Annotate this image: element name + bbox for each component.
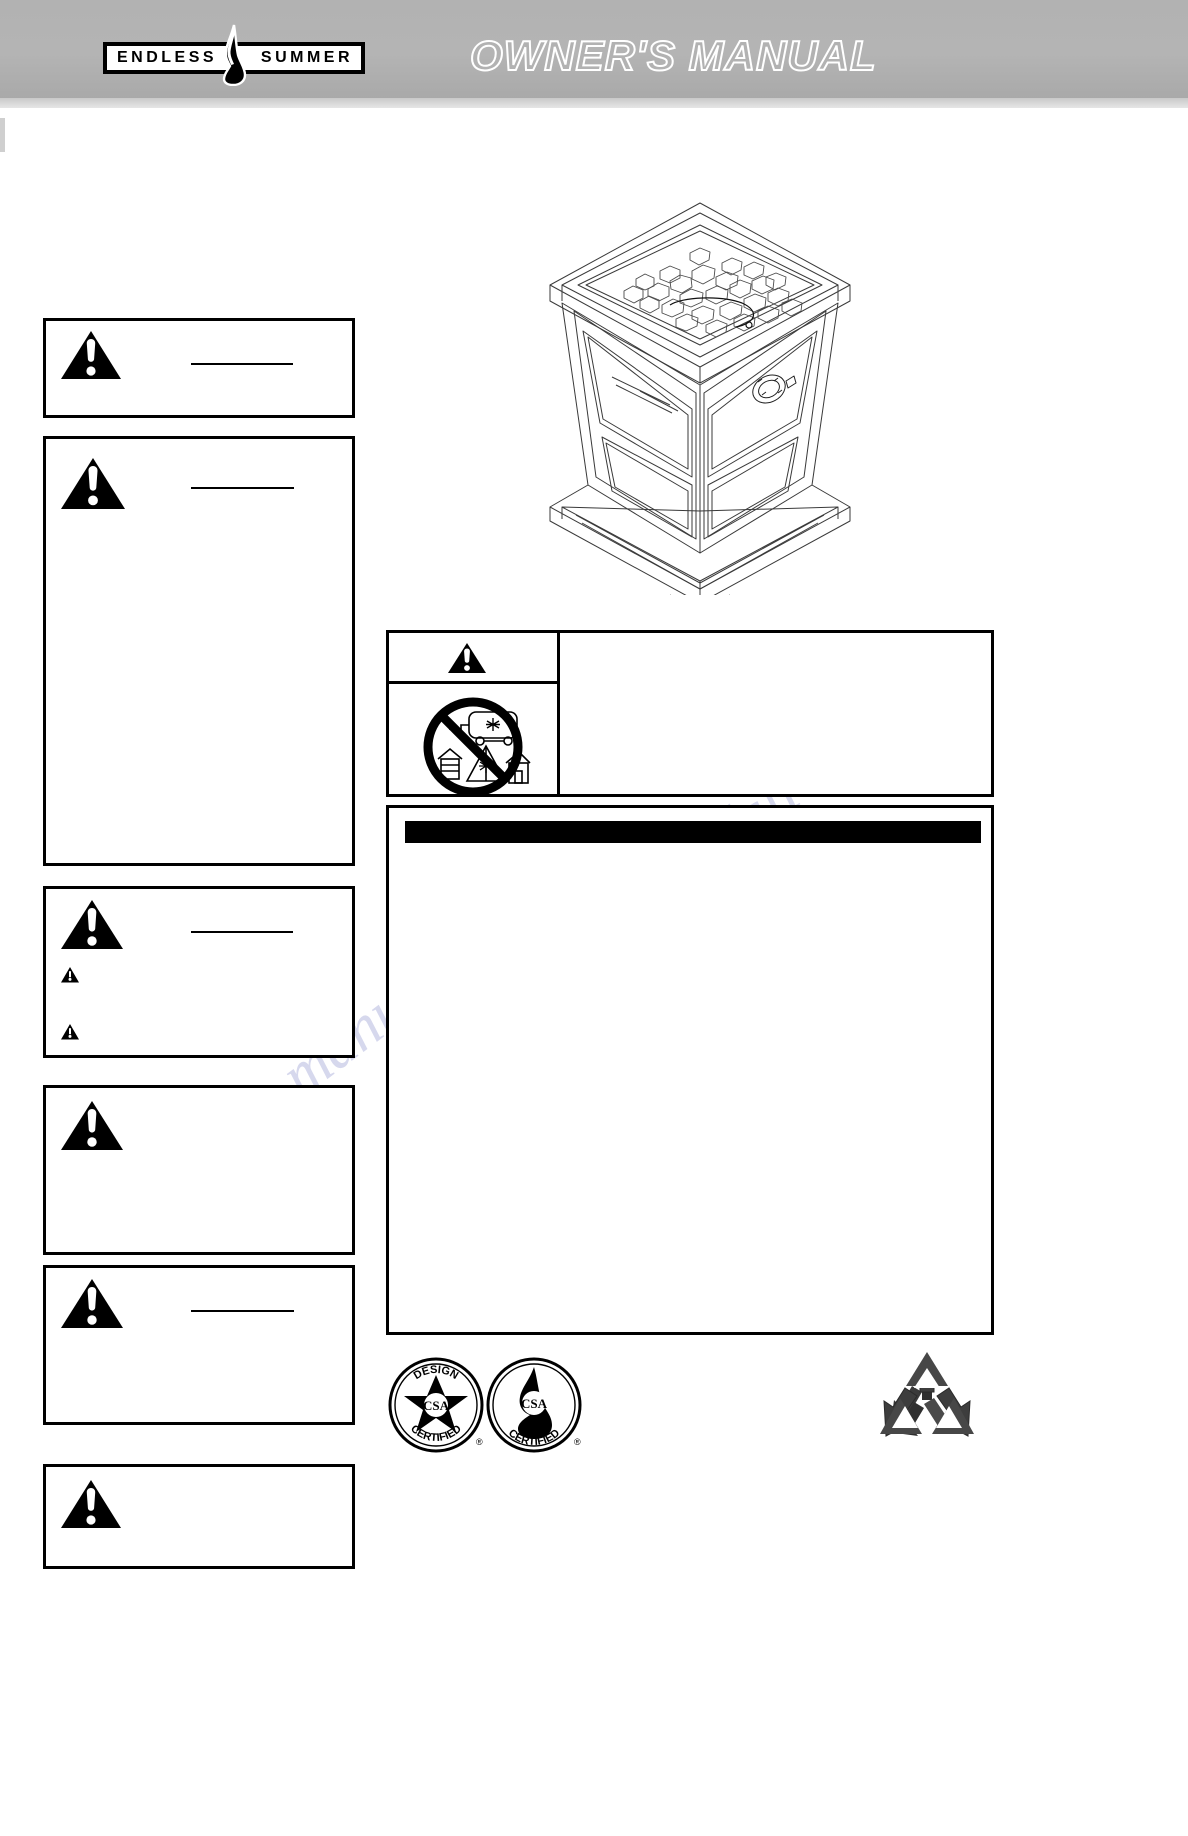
warning-box-4 bbox=[43, 1085, 355, 1255]
warning-heading-rule-2 bbox=[191, 487, 294, 489]
warning-triangle-icon bbox=[60, 899, 124, 955]
warning-triangle-icon bbox=[60, 1278, 124, 1334]
warning-heading-rule-3 bbox=[191, 931, 293, 933]
design-badge-mark: CSA bbox=[423, 1398, 450, 1413]
warning-triangle-icon bbox=[60, 1100, 124, 1156]
warning-triangle-icon bbox=[60, 457, 126, 515]
warning-triangle-icon bbox=[60, 1479, 122, 1534]
danger-box-inner-divider bbox=[389, 681, 557, 684]
warning-triangle-icon bbox=[60, 330, 122, 385]
warning-triangle-icon bbox=[447, 642, 487, 679]
warning-box-5 bbox=[43, 1265, 355, 1425]
design-badge-registered: ® bbox=[476, 1437, 483, 1447]
warning-heading-rule-1 bbox=[191, 363, 293, 365]
flame-icon bbox=[215, 24, 253, 87]
danger-box bbox=[386, 630, 994, 797]
brand-name-right: SUMMER bbox=[260, 49, 353, 66]
no-indoor-use-icon bbox=[416, 691, 531, 799]
warning-box-3 bbox=[43, 886, 355, 1058]
csa-certified-badge: CSA CERTIFIED ® bbox=[484, 1355, 584, 1455]
brand-name-left: ENDLESS bbox=[117, 49, 218, 66]
recycle-icon bbox=[872, 1348, 982, 1458]
warning-box-2 bbox=[43, 436, 355, 866]
manual-page: ENDLESS SUMMER OWNER'S MANUAL manualsliv… bbox=[0, 0, 1188, 1836]
warning-heading-rule-5 bbox=[191, 1310, 294, 1312]
warning-box-6 bbox=[43, 1464, 355, 1569]
small-warning-triangle-icon bbox=[60, 1024, 80, 1045]
csa-badge-registered: ® bbox=[574, 1437, 581, 1447]
page-header: ENDLESS SUMMER OWNER'S MANUAL bbox=[0, 0, 1188, 98]
danger-box-divider bbox=[557, 633, 560, 794]
warning-box-1 bbox=[43, 318, 355, 418]
important-box bbox=[386, 805, 994, 1335]
fire-pit-product-illustration bbox=[520, 185, 880, 612]
page-title: OWNER'S MANUAL bbox=[469, 31, 877, 80]
header-underline bbox=[0, 98, 1188, 108]
csa-badge-mark: CSA bbox=[521, 1396, 548, 1411]
important-box-title-bar bbox=[405, 821, 981, 843]
design-certified-badge: CSA DESIGN CERTIFIED ® bbox=[386, 1355, 486, 1455]
small-warning-triangle-icon bbox=[60, 967, 80, 988]
page-edge-mark bbox=[0, 118, 5, 152]
